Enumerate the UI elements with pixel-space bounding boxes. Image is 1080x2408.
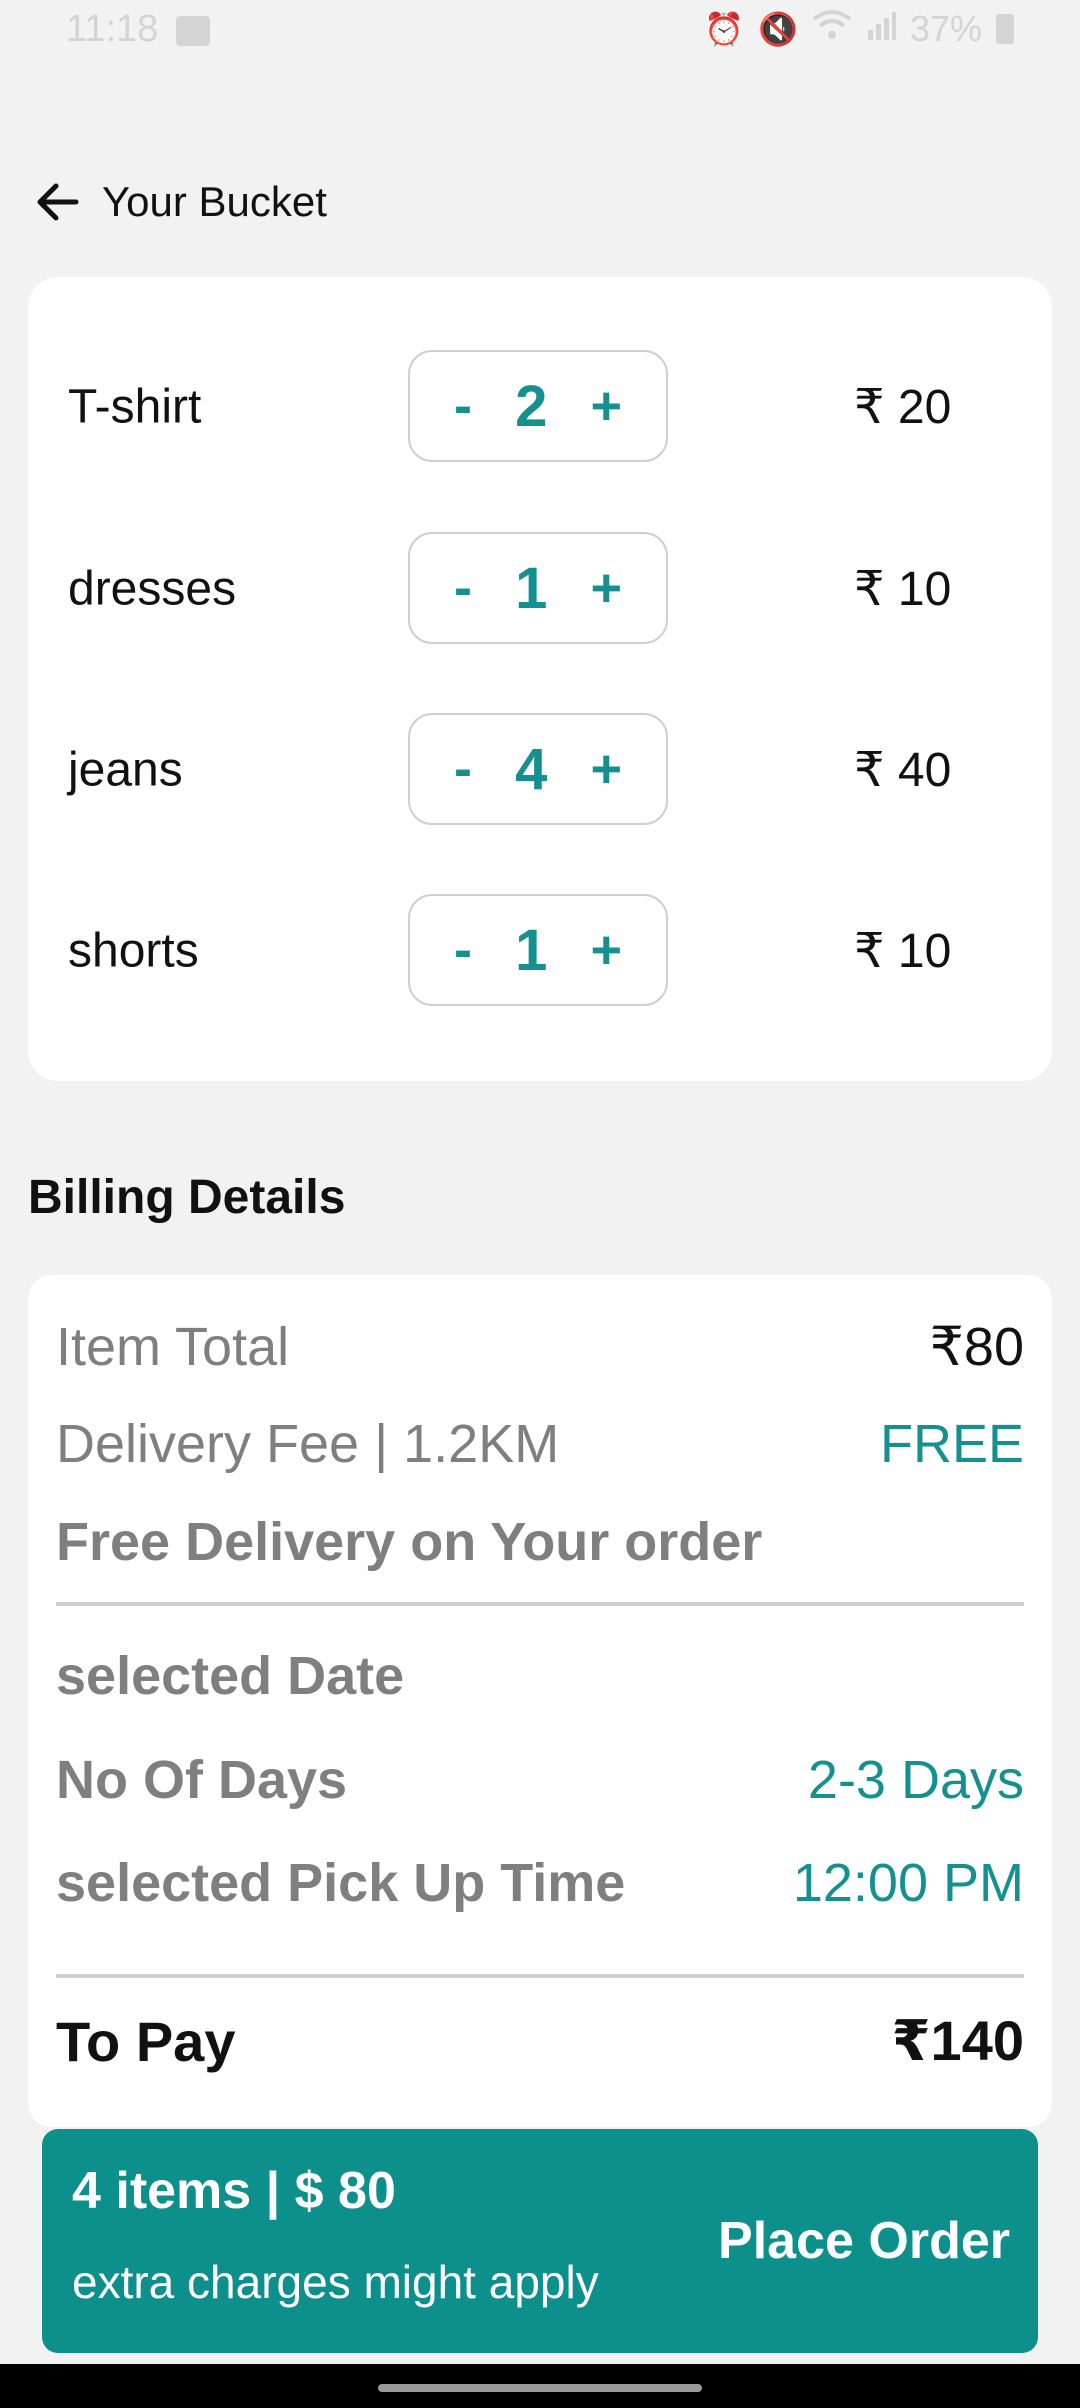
mute-icon: 🔇 [758, 11, 798, 47]
increase-button[interactable]: + [590, 742, 622, 796]
increase-button[interactable]: + [590, 923, 622, 977]
quantity-stepper: - 1 + [408, 894, 668, 1006]
item-total-row: Item Total ₹80 [56, 1315, 1024, 1378]
signal-icon [866, 10, 896, 48]
status-time: 11:18 [66, 8, 159, 50]
item-total-value: ₹80 [929, 1317, 1024, 1377]
billing-card: Item Total ₹80 Delivery Fee | 1.2KM FREE… [28, 1275, 1052, 2127]
arrow-left-icon[interactable] [32, 176, 84, 228]
item-name: dresses [68, 562, 237, 616]
quantity-value: 4 [515, 736, 548, 802]
image-icon [176, 16, 210, 46]
decrease-button[interactable]: - [454, 561, 472, 615]
system-nav-bar [0, 2364, 1080, 2408]
cart-item: T-shirt - 2 + ₹ 20 [28, 350, 1052, 464]
item-name: T-shirt [68, 380, 202, 434]
page-title: Your Bucket [102, 178, 327, 225]
decrease-button[interactable]: - [454, 742, 472, 796]
quantity-stepper: - 4 + [408, 713, 668, 825]
pickup-time-label: selected Pick Up Time [56, 1853, 626, 1913]
quantity-value: 1 [515, 917, 548, 983]
order-summary: 4 items | $ 80 [72, 2162, 396, 2220]
quantity-stepper: - 2 + [408, 350, 668, 462]
item-price: ₹ 20 [854, 381, 952, 434]
increase-button[interactable]: + [590, 561, 622, 615]
selected-date-row: selected Date [56, 1645, 1024, 1707]
delivery-fee-value: FREE [879, 1414, 1024, 1474]
quantity-stepper: - 1 + [408, 532, 668, 644]
status-bar: 11:18 ⏰ 🔇 37% [0, 0, 1080, 64]
alarm-icon: ⏰ [704, 11, 745, 47]
cart-item: dresses - 1 + ₹ 10 [28, 532, 1052, 646]
wifi-icon [812, 9, 852, 49]
free-delivery-row: Free Delivery on Your order [56, 1511, 1024, 1573]
delivery-fee-label: Delivery Fee | 1.2KM [56, 1414, 560, 1474]
status-icons: ⏰ 🔇 37% [704, 8, 1014, 50]
decrease-button[interactable]: - [454, 379, 472, 433]
place-order-button[interactable]: Place Order [718, 2211, 1010, 2271]
pickup-time-value: 12:00 PM [792, 1853, 1024, 1913]
item-total-label: Item Total [56, 1316, 290, 1377]
item-name: shorts [68, 924, 199, 978]
increase-button[interactable]: + [590, 379, 622, 433]
cart-item: shorts - 1 + ₹ 10 [28, 894, 1052, 1008]
divider [56, 1602, 1024, 1606]
cart-card: T-shirt - 2 + ₹ 20 dresses - 1 + ₹ 10 je… [28, 277, 1052, 1081]
delivery-fee-row: Delivery Fee | 1.2KM FREE [56, 1413, 1024, 1475]
free-delivery-note: Free Delivery on Your order [56, 1512, 763, 1572]
battery-percent: 37% [909, 8, 982, 49]
pickup-time-row: selected Pick Up Time 12:00 PM [56, 1852, 1024, 1914]
selected-date-label: selected Date [56, 1646, 405, 1706]
header: Your Bucket [32, 176, 327, 228]
days-row: No Of Days 2-3 Days [56, 1749, 1024, 1811]
divider [56, 1974, 1024, 1978]
home-handle[interactable] [378, 2384, 702, 2392]
billing-heading: Billing Details [28, 1171, 346, 1224]
battery-icon [996, 14, 1014, 44]
place-order-bar[interactable]: 4 items | $ 80 extra charges might apply… [42, 2129, 1038, 2353]
days-value: 2-3 Days [807, 1750, 1024, 1810]
item-name: jeans [68, 743, 183, 797]
to-pay-row: To Pay ₹140 [56, 2008, 1024, 2074]
quantity-value: 1 [515, 555, 548, 621]
to-pay-value: ₹140 [891, 2009, 1024, 2072]
item-price: ₹ 40 [854, 744, 952, 797]
cart-item: jeans - 4 + ₹ 40 [28, 713, 1052, 827]
item-price: ₹ 10 [854, 925, 952, 978]
order-note: extra charges might apply [72, 2256, 599, 2308]
to-pay-label: To Pay [56, 2009, 236, 2073]
quantity-value: 2 [515, 373, 548, 439]
item-price: ₹ 10 [854, 563, 952, 616]
days-label: No Of Days [56, 1750, 348, 1810]
decrease-button[interactable]: - [454, 923, 472, 977]
